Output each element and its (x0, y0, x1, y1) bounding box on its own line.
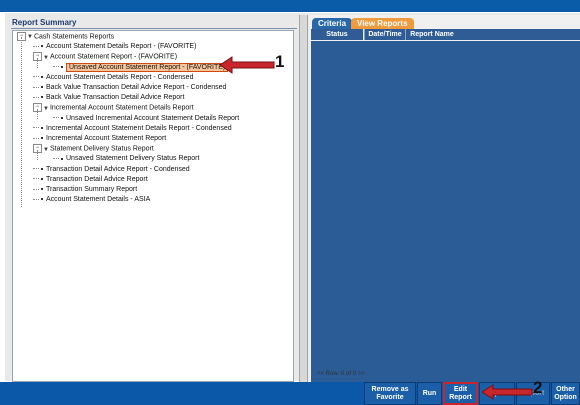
bullet-icon (41, 96, 43, 99)
tree-connector (33, 137, 39, 139)
panel-splitter[interactable] (299, 15, 308, 382)
tree-connector (33, 188, 39, 190)
reports-panel: Criteria View Reports Status Date/Time R… (309, 15, 580, 385)
tree-item-back-value-cond[interactable]: Back Value Transaction Detail Advice Rep… (33, 83, 226, 93)
tree-item-label: Transaction Summary Report (46, 186, 138, 193)
tree-item-txn-advice[interactable]: Transaction Detail Advice Report (33, 175, 148, 185)
tree-connector (33, 76, 39, 78)
remove-as-favorite-button[interactable]: Remove as Favorite (364, 382, 416, 405)
callout-number-1: 1 (275, 52, 285, 71)
report-tree: − ▼Cash Statements Reports Account Stateme… (13, 31, 293, 381)
tree-item-unsaved-delivery[interactable]: Unsaved Statement Delivery Status Report (53, 154, 199, 164)
run-button[interactable]: Run (417, 382, 442, 405)
tree-item-label: Statement Delivery Status Report (49, 145, 154, 153)
bullet-icon (41, 126, 43, 129)
tab-view-reports[interactable]: View Reports (351, 18, 414, 29)
column-header-report-name[interactable]: Report Name (405, 29, 459, 40)
caret-down-icon: ▼ (43, 54, 49, 61)
tree-item-back-value[interactable]: Back Value Transaction Detail Advice Rep… (33, 93, 184, 103)
tree-item-label: Account Statement Report - (FAVORITE) (49, 53, 178, 61)
tree-connector (53, 66, 59, 68)
row-pager[interactable]: << Row: 0 of 0 >> (317, 371, 365, 377)
column-header-status[interactable]: Status (311, 29, 363, 40)
tree-item-label: Account Statement Details - ASIA (46, 196, 151, 204)
tree-item-label: Transaction Detail Advice Report (46, 175, 148, 183)
tree-connector (33, 198, 39, 200)
tree-guide-line (37, 58, 38, 68)
bullet-icon (41, 86, 43, 89)
tree-item-label: Unsaved Incremental Account Statement De… (66, 114, 240, 122)
tree-connector (33, 127, 39, 129)
column-header-date-time[interactable]: Date/Time (364, 29, 405, 40)
tree-item-unsaved-incr[interactable]: Unsaved Incremental Account Statement De… (53, 114, 239, 124)
tree-connector (53, 158, 59, 160)
caret-down-icon: ▼ (27, 34, 33, 41)
panel-title: Report Summary (12, 18, 77, 27)
tree-item-incr-details[interactable]: − ▼Incremental Account Statement Details … (33, 103, 194, 113)
bullet-icon (41, 177, 43, 180)
tree-item-label: Transaction Detail Advice Report - Conde… (46, 165, 190, 173)
bullet-icon (61, 157, 63, 160)
bullet-icon (61, 65, 63, 68)
top-header-bar (0, 0, 580, 12)
report-tree-container[interactable]: − ▼Cash Statements Reports Account Stateme… (12, 30, 294, 382)
tree-connector (33, 45, 39, 47)
bullet-icon (41, 45, 43, 48)
title-divider (11, 28, 297, 29)
tree-item-label: Incremental Account Statement Details Re… (49, 104, 194, 112)
tree-connector (33, 86, 39, 88)
caret-down-icon: ▼ (43, 146, 49, 153)
tree-item-label: Unsaved Account Statement Report - (FAVO… (66, 62, 229, 72)
tree-connector (33, 168, 39, 170)
bullet-icon (41, 137, 43, 140)
bullet-icon (41, 75, 43, 78)
tree-item-label: Back Value Transaction Detail Advice Rep… (46, 84, 227, 91)
tree-item-label: Unsaved Statement Delivery Status Report (66, 155, 200, 163)
caret-down-icon: ▼ (43, 105, 49, 112)
tree-item-acct-details-cond[interactable]: Account Statement Details Report - Conde… (33, 73, 193, 83)
tree-connector (53, 117, 59, 119)
tree-guide-line (21, 37, 22, 207)
tree-item-acct-asia[interactable]: Account Statement Details - ASIA (33, 195, 150, 205)
tree-item-txn-summary[interactable]: Transaction Summary Report (33, 185, 137, 195)
tree-item-incr-details-cond[interactable]: Incremental Account Statement Details Re… (33, 124, 232, 134)
tree-item-label: Incremental Account Statement Details Re… (46, 124, 232, 132)
tree-guide-line (37, 150, 38, 160)
tree-connector (33, 96, 39, 98)
tab-criteria[interactable]: Criteria (312, 18, 353, 29)
edit-report-button[interactable]: Edit Report (443, 382, 478, 405)
tree-item-label: Back Value Transaction Detail Advice Rep… (46, 94, 185, 102)
callout-number-2: 2 (533, 378, 543, 397)
bullet-icon (61, 116, 63, 119)
tree-connector (33, 178, 39, 180)
other-options-button[interactable]: Other Option (551, 382, 580, 405)
tree-item-acct-details-fav[interactable]: Account Statement Details Report - (FAVO… (33, 42, 196, 52)
column-header-filler (458, 29, 580, 40)
tree-item-unsaved-acct[interactable]: Unsaved Account Statement Report - (FAVO… (53, 62, 229, 73)
callout-arrow-2 (482, 384, 533, 400)
reports-grid[interactable] (311, 41, 580, 385)
tree-item-acct-stmt[interactable]: − ▼Account Statement Report - (FAVORITE) (33, 52, 177, 62)
tree-item-label: Account Statement Details Report - (FAVO… (46, 43, 197, 51)
bullet-icon (41, 167, 43, 170)
tree-item-label: Cash Statements Reports (33, 33, 115, 41)
tree-item-stmt-delivery[interactable]: − ▼Statement Delivery Status Report (33, 144, 154, 154)
tree-item-cash[interactable]: − ▼Cash Statements Reports (17, 32, 114, 42)
tree-item-label: Incremental Account Statement Report (46, 135, 167, 142)
tree-item-incr-acct[interactable]: Incremental Account Statement Report (33, 134, 166, 144)
tree-item-label: Account Statement Details Report - Conde… (46, 73, 194, 81)
tree-item-txn-advice-cond[interactable]: Transaction Detail Advice Report - Conde… (33, 165, 190, 175)
bullet-icon (41, 198, 43, 201)
tree-guide-line (37, 109, 38, 119)
bullet-icon (41, 188, 43, 191)
callout-arrow-1 (220, 56, 275, 74)
